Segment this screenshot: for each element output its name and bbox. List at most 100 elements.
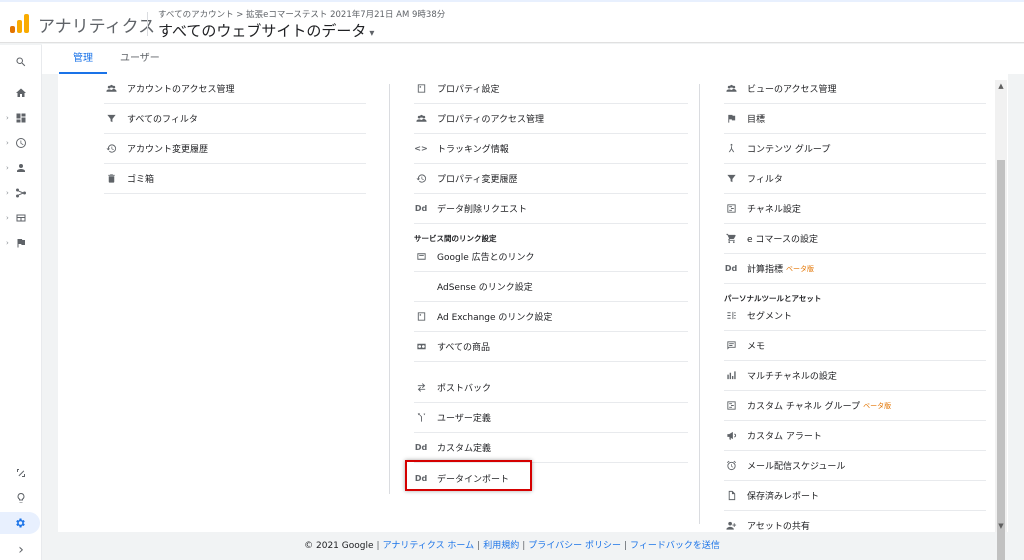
- discover-nav[interactable]: [0, 487, 42, 509]
- row-label: ポストバック: [437, 384, 492, 394]
- tab-user[interactable]: ユーザー: [106, 44, 174, 74]
- customization-nav[interactable]: ›: [0, 107, 42, 129]
- attribution-icon: [17, 469, 25, 477]
- property-change-history[interactable]: プロパティ変更履歴: [414, 164, 688, 194]
- home-icon: [16, 88, 26, 97]
- row-label: プロパティのアクセス管理: [437, 115, 545, 125]
- people-icon: [414, 112, 428, 126]
- ad-exchange-linking[interactable]: Ad Exchange のリンク設定: [414, 302, 688, 332]
- custom-definitions[interactable]: Dd カスタム定義: [414, 433, 688, 463]
- view-multichannel-settings[interactable]: マルチチャネルの設定: [724, 361, 986, 391]
- row-label: Ad Exchange のリンク設定: [437, 313, 553, 323]
- data-import[interactable]: Dd データインポート: [414, 463, 688, 493]
- all-products[interactable]: すべての商品: [414, 332, 688, 362]
- view-scheduled-emails[interactable]: メール配信スケジュール: [724, 451, 986, 481]
- bar-chart-icon: [724, 369, 738, 383]
- channel-icon: [724, 202, 738, 216]
- clock-icon: [16, 138, 26, 148]
- acquisition-nav[interactable]: ›: [0, 182, 42, 204]
- realtime-nav[interactable]: ›: [0, 132, 42, 154]
- tab-admin[interactable]: 管理: [59, 44, 107, 74]
- row-label: チャネル設定: [747, 205, 801, 215]
- view-access-management[interactable]: ビューのアクセス管理: [724, 74, 986, 104]
- view-share-assets[interactable]: アセットの共有: [724, 510, 986, 540]
- expand-chevron-icon: ›: [6, 114, 9, 122]
- view-channel-settings[interactable]: チャネル設定: [724, 194, 986, 224]
- view-goals[interactable]: 目標: [724, 104, 986, 134]
- row-label: Google 広告とのリンク: [437, 253, 535, 263]
- brand-name[interactable]: アナリティクス: [38, 12, 155, 37]
- segment-icon: [724, 309, 738, 323]
- view-annotations[interactable]: メモ: [724, 331, 986, 361]
- row-label: ビューのアクセス管理: [747, 85, 837, 95]
- account-change-history[interactable]: アカウント変更履歴: [104, 134, 366, 164]
- dd-icon: Dd: [414, 204, 428, 213]
- home-nav[interactable]: [0, 82, 42, 104]
- property-tracking-info[interactable]: <> トラッキング情報: [414, 134, 688, 164]
- property-access-management[interactable]: プロパティのアクセス管理: [414, 104, 688, 134]
- account-all-filters[interactable]: すべてのフィルタ: [104, 104, 366, 134]
- scroll-up-arrow-icon[interactable]: ▲: [995, 80, 1007, 92]
- conversions-nav[interactable]: ›: [0, 232, 42, 254]
- row-label: 計算指標: [747, 265, 784, 275]
- scroll-down-arrow-icon[interactable]: ▼: [995, 520, 1007, 532]
- view-content-grouping[interactable]: コンテンツ グループ: [724, 134, 986, 164]
- dd-icon: Dd: [724, 264, 738, 273]
- person-icon: [17, 164, 25, 172]
- view-calculated-metrics[interactable]: Dd 計算指標 ベータ版: [724, 254, 986, 284]
- top-header: アナリティクス すべてのアカウント > 拡張eコマーステスト 2021年7月21…: [0, 0, 1024, 43]
- account-access-management[interactable]: アカウントのアクセス管理: [104, 74, 366, 104]
- analytics-logo-icon[interactable]: [10, 13, 30, 33]
- account-trash[interactable]: ゴミ箱: [104, 164, 366, 194]
- footer-link-analytics-home[interactable]: アナリティクス ホーム: [383, 541, 475, 551]
- row-label: アカウント変更履歴: [127, 145, 209, 155]
- row-label: メール配信スケジュール: [747, 462, 846, 472]
- audience-nav[interactable]: ›: [0, 157, 42, 179]
- footer-link-privacy[interactable]: プライバシー ポリシー: [528, 541, 621, 551]
- breadcrumb[interactable]: すべてのアカウント > 拡張eコマーステスト 2021年7月21日 AM 9時3…: [158, 8, 445, 20]
- row-label: カスタム アラート: [747, 432, 822, 442]
- view-segments[interactable]: セグメント: [724, 301, 986, 331]
- google-ads-icon: [414, 250, 428, 264]
- history-icon: [414, 172, 428, 186]
- expand-chevron-icon: ›: [6, 139, 9, 147]
- postbacks[interactable]: ポストバック: [414, 373, 688, 403]
- attribution-nav[interactable]: [0, 462, 42, 484]
- alarm-icon: [724, 459, 738, 473]
- row-label: マルチチャネルの設定: [747, 372, 837, 382]
- scrollbar[interactable]: ▲ ▼: [995, 80, 1007, 560]
- view-filters[interactable]: フィルタ: [724, 164, 986, 194]
- user-definitions[interactable]: ユーザー定義: [414, 403, 688, 433]
- expand-chevron-icon: ›: [6, 164, 9, 172]
- scroll-thumb[interactable]: [997, 160, 1005, 560]
- property-data-deletion-requests[interactable]: Dd データ削除リクエスト: [414, 194, 688, 224]
- behavior-icon: [16, 214, 26, 222]
- row-label: ゴミ箱: [127, 175, 155, 185]
- view-custom-channel-grouping[interactable]: カスタム チャネル グループ ベータ版: [724, 391, 986, 421]
- view-title: すべてのウェブサイトのデータ: [158, 22, 367, 40]
- people-icon: [104, 82, 118, 96]
- history-icon: [104, 142, 118, 156]
- row-label: AdSense のリンク設定: [437, 283, 533, 293]
- property-settings[interactable]: プロパティ設定: [414, 74, 688, 104]
- row-label: アセットの共有: [747, 521, 810, 532]
- view-selector[interactable]: すべてのウェブサイトのデータ ▾: [158, 20, 374, 41]
- link-icon: [414, 340, 428, 354]
- google-ads-linking[interactable]: Google 広告とのリンク: [414, 242, 688, 272]
- footer-link-feedback[interactable]: フィードバックを送信: [630, 541, 720, 551]
- channel-icon: [724, 399, 738, 413]
- dd-icon: Dd: [414, 443, 428, 452]
- view-saved-reports[interactable]: 保存済みレポート: [724, 481, 986, 511]
- behavior-nav[interactable]: ›: [0, 207, 42, 229]
- footer-link-terms[interactable]: 利用規約: [483, 541, 519, 551]
- row-label: 保存済みレポート: [747, 492, 820, 502]
- search-button[interactable]: [0, 51, 42, 73]
- adsense-linking[interactable]: AdSense のリンク設定: [414, 272, 688, 302]
- row-label: データインポート: [437, 474, 510, 485]
- view-ecommerce-settings[interactable]: e コマースの設定: [724, 224, 986, 254]
- fork-icon: [414, 411, 428, 425]
- view-custom-alerts[interactable]: カスタム アラート: [724, 421, 986, 451]
- document-icon: [724, 489, 738, 503]
- row-label: プロパティ設定: [437, 85, 500, 95]
- admin-nav[interactable]: [0, 512, 40, 534]
